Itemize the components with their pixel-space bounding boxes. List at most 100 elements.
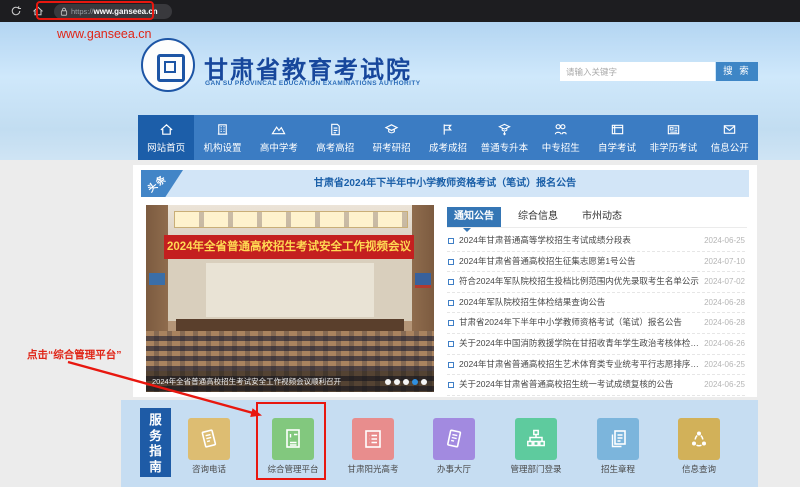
upgrade-icon [497, 122, 512, 137]
service-tile-info-query[interactable] [678, 418, 720, 460]
news-list: 2024年甘肃普通高等学校招生考试成绩分段表2024-06-25 2024年甘肃… [447, 231, 745, 396]
news-item-title[interactable]: 符合2024年军队院校招生投档比例范围内优先录取考生名单公示 [459, 272, 699, 292]
nav-label: 中专招生 [542, 140, 580, 154]
carousel-dot[interactable] [403, 379, 409, 385]
bullet-icon [448, 238, 454, 244]
news-item-title[interactable]: 2024年甘肃普通高等学校招生考试成绩分段表 [459, 231, 631, 251]
nav-item-upgrade[interactable]: 普通专升本 [476, 115, 532, 160]
news-item[interactable]: 关于2024年甘肃省普通高校招生统一考试成绩复核的公告2024-06-25 [447, 375, 745, 396]
users-icon [553, 122, 568, 137]
nav-label: 普通专升本 [481, 140, 529, 154]
nav-item-orgs[interactable]: 机构设置 [194, 115, 250, 160]
bullet-icon [448, 300, 454, 306]
news-item[interactable]: 2024年甘肃省普通高校招生艺术体育类专业统考平行志愿排序成绩查询公告2024-… [447, 355, 745, 376]
refresh-icon[interactable] [10, 5, 22, 17]
share-icon [687, 427, 711, 451]
id-card-icon [666, 122, 681, 137]
carousel-dot[interactable] [421, 379, 427, 385]
photo-left-tv [149, 273, 165, 285]
bullet-icon [448, 382, 454, 388]
graduation-cap-icon [384, 122, 399, 137]
news-item-date: 2024-06-28 [704, 293, 745, 313]
news-item-title[interactable]: 关于2024年甘肃省普通高校招生统一考试成绩复核的公告 [459, 375, 673, 395]
carousel-dot[interactable] [385, 379, 391, 385]
service-label-enrollment-rules[interactable]: 招生章程 [576, 463, 660, 475]
news-item[interactable]: 符合2024年军队院校招生投档比例范围内优先录取考生名单公示2024-07-02 [447, 272, 745, 293]
service-label-consult-phone[interactable]: 咨询电话 [167, 463, 251, 475]
news-item-title[interactable]: 甘肃省2024年下半年中小学教师资格考试（笔试）报名公告 [459, 313, 682, 333]
photo-head-table [176, 319, 404, 331]
photo-right-tv [415, 273, 431, 288]
news-item[interactable]: 关于2024年中国消防救援学院在甘招收青年学生政治考核体检心理测试面试2024-… [447, 334, 745, 355]
service-label-service-hall[interactable]: 办事大厅 [412, 463, 496, 475]
news-item-title[interactable]: 关于2024年中国消防救援学院在甘招收青年学生政治考核体检心理测试面试 [459, 334, 704, 354]
headline-banner[interactable]: 甘肃省2024年下半年中小学教师资格考试（笔试）报名公告 头条 [141, 170, 749, 197]
tab-city-news[interactable]: 市州动态 [575, 207, 629, 227]
tab-notices[interactable]: 通知公告 [447, 207, 501, 227]
search-input[interactable] [560, 62, 715, 81]
site-logo [141, 38, 195, 92]
carousel-dots [385, 379, 427, 385]
news-item-date: 2024-06-26 [704, 334, 745, 354]
nav-item-gaokao[interactable]: 高考高招 [307, 115, 363, 160]
copy-docs-icon [606, 427, 630, 451]
carousel-dot-active[interactable] [412, 379, 418, 385]
nav-label: 研考研招 [373, 140, 411, 154]
nav-item-home[interactable]: 网站首页 [138, 115, 194, 160]
service-label-admin-login[interactable]: 管理部门登录 [494, 463, 578, 475]
bullet-icon [448, 259, 454, 265]
mountain-icon [271, 122, 286, 137]
news-item-date: 2024-07-10 [704, 252, 745, 272]
news-item-date: 2024-06-25 [704, 355, 745, 375]
home-icon [159, 122, 174, 137]
news-item-title[interactable]: 2024年甘肃省普通高校招生征集志愿第1号公告 [459, 252, 636, 272]
service-label-sunshine-gaokao[interactable]: 甘肃阳光高考 [331, 463, 415, 475]
service-tile-service-hall[interactable] [433, 418, 475, 460]
nav-label: 高中学考 [260, 140, 298, 154]
nav-item-info-disclosure[interactable]: 信息公开 [702, 115, 758, 160]
photo-stage-screen [206, 263, 374, 317]
annotation-arrow-icon [60, 352, 270, 427]
phone-doc-icon [197, 427, 221, 451]
headline-title[interactable]: 甘肃省2024年下半年中小学教师资格考试（笔试）报名公告 [141, 170, 749, 197]
logo-emblem-inner [164, 61, 176, 73]
carousel-dot[interactable] [394, 379, 400, 385]
book-icon [610, 122, 625, 137]
nav-item-adult-exam[interactable]: 成考成招 [420, 115, 476, 160]
nav-item-nondegree[interactable]: 非学历考试 [645, 115, 701, 160]
annotation-tile-highlight-box [256, 402, 326, 480]
flag-icon [440, 122, 455, 137]
nav-label: 机构设置 [204, 140, 242, 154]
nav-item-highschool-exam[interactable]: 高中学考 [251, 115, 307, 160]
nav-label: 网站首页 [147, 140, 185, 154]
nav-label: 信息公开 [711, 140, 749, 154]
news-item-title[interactable]: 2024年甘肃省普通高校招生艺术体育类专业统考平行志愿排序成绩查询公告 [459, 355, 704, 375]
tab-general-info[interactable]: 综合信息 [511, 207, 565, 227]
news-item[interactable]: 2024年军队院校招生体检结果查询公告 2024-06-28 [447, 293, 745, 314]
service-tile-admin-login[interactable] [515, 418, 557, 460]
news-item[interactable]: 2024年甘肃省普通高校招生征集志愿第1号公告 2024-07-10 [447, 252, 745, 273]
mail-icon [722, 122, 737, 137]
sitemap-icon [524, 427, 548, 451]
bullet-icon [448, 279, 454, 285]
building-icon [215, 122, 230, 137]
nav-item-self-study[interactable]: 自学考试 [589, 115, 645, 160]
service-label-info-query[interactable]: 信息查询 [657, 463, 741, 475]
photo-ceiling-lights [174, 211, 408, 228]
bullet-icon [448, 320, 454, 326]
nav-item-secondary[interactable]: 中专招生 [533, 115, 589, 160]
service-tile-sunshine-gaokao[interactable] [352, 418, 394, 460]
news-item[interactable]: 甘肃省2024年下半年中小学教师资格考试（笔试）报名公告2024-06-28 [447, 313, 745, 334]
news-item-title[interactable]: 2024年军队院校招生体检结果查询公告 [459, 293, 605, 313]
photo-conference-banner: 2024年全省普通高校招生考试安全工作视频会议 [164, 235, 414, 259]
search-button[interactable]: 搜 索 [716, 62, 758, 81]
news-item[interactable]: 2024年甘肃普通高等学校招生考试成绩分段表2024-06-25 [447, 231, 745, 252]
main-nav: 网站首页 机构设置 高中学考 高考高招 研考研招 成考成招 普通专升本 中专招 [138, 115, 758, 160]
bullet-icon [448, 362, 454, 368]
news-item-date: 2024-07-02 [704, 272, 745, 292]
service-tile-enrollment-rules[interactable] [597, 418, 639, 460]
site-subtitle: GAN SU PROVINCAL EDUCATION EXAMINATIONS … [205, 80, 420, 87]
receipt-icon [442, 427, 466, 451]
nav-label: 高考高招 [316, 140, 354, 154]
nav-item-postgrad[interactable]: 研考研招 [363, 115, 419, 160]
